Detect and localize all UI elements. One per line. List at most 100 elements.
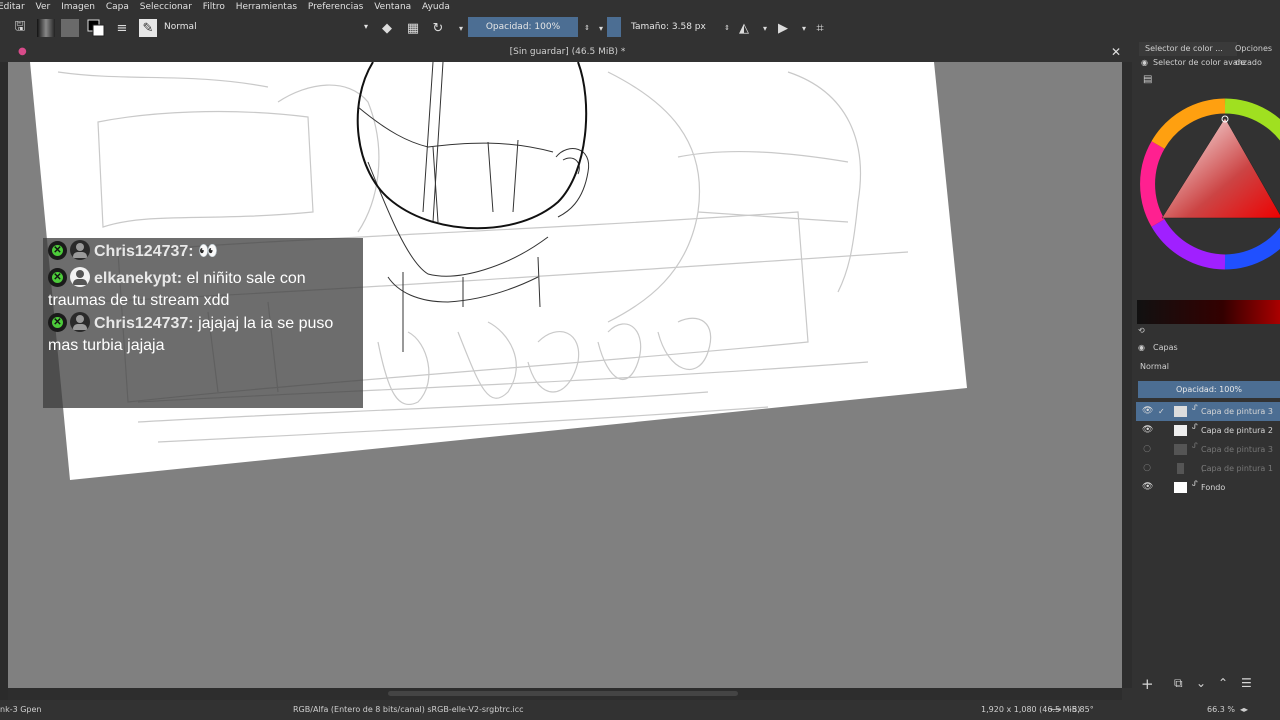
eye-icon[interactable]: 👁 <box>1142 402 1153 421</box>
layer-thumbnail <box>1174 425 1187 436</box>
left-dock-strip <box>0 62 8 700</box>
chat-text: 👀 <box>198 243 218 260</box>
menu-ventana[interactable]: Ventana <box>374 2 411 12</box>
duplicate-layer-icon[interactable]: ⧉ <box>1174 676 1183 691</box>
color-history-strip[interactable] <box>1137 300 1280 324</box>
badge-icon: ✕ <box>48 313 67 332</box>
layer-name: Capa de pintura 2 <box>1201 426 1273 435</box>
size-spin-icon[interactable]: ⇕ <box>718 19 736 37</box>
chat-message: ✕ elkanekypt: el niñito sale con traumas … <box>48 267 360 312</box>
alpha-lock-icon[interactable]: ▦ <box>404 19 422 37</box>
menu-ayuda[interactable]: Ayuda <box>422 2 450 12</box>
badge-icon: ✕ <box>48 268 67 287</box>
layer-row[interactable]: 👁 ᔑ Capa de pintura 2 <box>1136 421 1280 440</box>
blend-mode-select[interactable]: Normal ▾ <box>160 17 370 37</box>
layer-thumbnail <box>1174 444 1187 455</box>
layer-name: Fondo <box>1201 483 1226 492</box>
mirror-vertical-icon[interactable]: ▶ <box>774 19 792 37</box>
layer-name: Capa de pintura 1 <box>1201 464 1273 473</box>
pattern-icon[interactable] <box>61 19 79 37</box>
menu-imagen[interactable]: Imagen <box>61 2 95 12</box>
menu-capa[interactable]: Capa <box>106 2 129 12</box>
tab-options[interactable]: Opciones de <box>1235 42 1280 67</box>
eye-hidden-icon[interactable]: ○ <box>1142 440 1152 459</box>
fg-bg-color-icon[interactable] <box>87 19 105 37</box>
chevron-down-icon: ▾ <box>363 22 368 31</box>
vertical-scrollbar[interactable] <box>1122 62 1132 688</box>
eye-hidden-icon[interactable]: ○ <box>1142 459 1152 478</box>
menu-editar[interactable]: Editar <box>0 2 25 12</box>
badge-icon: ✕ <box>48 241 67 260</box>
color-selector-title: Selector de color avanzado <box>1153 58 1262 67</box>
eraser-icon[interactable]: ◆ <box>378 19 396 37</box>
link-icon: ᔑ <box>1192 441 1198 450</box>
mirror-horizontal-icon[interactable]: ◭ <box>735 19 753 37</box>
color-space: RGB/Alfa (Entero de 8 bits/canal) sRGB-e… <box>293 705 524 714</box>
document-title[interactable]: [Sin guardar] (46.5 MiB) * <box>510 47 626 57</box>
chevron-down-icon[interactable]: ▾ <box>756 19 774 37</box>
tool-options-bar: 🖫 ≡ ✎ Normal ▾ ◆ ▦ ↻ ▾ Opacidad: 100% ⇕ … <box>0 14 1280 42</box>
eye-icon[interactable]: 👁 <box>1142 421 1153 440</box>
menu-seleccionar[interactable]: Seleccionar <box>140 2 192 12</box>
add-layer-icon[interactable]: + <box>1141 675 1154 693</box>
size-slider-fill[interactable] <box>607 17 621 37</box>
document-tab-bar: ● [Sin guardar] (46.5 MiB) * ✕ <box>0 42 1135 62</box>
menu-herramientas[interactable]: Herramientas <box>236 2 297 12</box>
chat-message: ✕ Chris124737: jajajaj la ia se puso mas … <box>48 312 360 357</box>
menu-bar: Editar Ver Imagen Capa Seleccionar Filtr… <box>0 0 1280 14</box>
rotation-value[interactable]: -5.85° <box>1069 700 1094 720</box>
image-dimensions: 1,920 x 1,080 (46.5 MiB) <box>981 705 1081 714</box>
chat-username: Chris124737: <box>94 243 194 260</box>
move-down-icon[interactable]: ⌄ <box>1196 676 1206 690</box>
layer-row[interactable]: ○ Capa de pintura 1 <box>1136 459 1280 478</box>
wrap-around-icon[interactable]: ⌗ <box>811 19 829 37</box>
reset-icon[interactable]: ⟲ <box>1138 326 1145 335</box>
layer-properties-icon[interactable]: ☰ <box>1241 676 1252 690</box>
layer-row[interactable]: 👁 ᔑ Fondo <box>1136 478 1280 497</box>
canvas-area[interactable]: ✕ Chris124737: 👀 ✕ elkanekypt: el niñito s… <box>8 62 1122 688</box>
zoom-value[interactable]: 66.3 % <box>1207 700 1235 720</box>
layer-actions: + ⧉ ⌄ ⌃ ☰ <box>1138 675 1280 695</box>
layer-thumbnail <box>1174 406 1187 417</box>
layers-title: Capas <box>1153 343 1178 352</box>
zoom-slider-icon[interactable]: ◂▸ <box>1240 700 1248 720</box>
opacity-slider[interactable]: Opacidad: 100% <box>468 17 578 37</box>
save-icon[interactable]: 🖫 <box>11 19 29 37</box>
brush-preset-icon[interactable]: ✎ <box>139 19 157 37</box>
menu-ver[interactable]: Ver <box>36 2 51 12</box>
link-icon: ᔑ <box>1192 422 1198 431</box>
layers-icon: ◉ <box>1138 343 1145 352</box>
scrollbar-thumb[interactable] <box>388 691 738 696</box>
horizontal-scrollbar[interactable] <box>8 688 1122 700</box>
reload-icon[interactable]: ↻ <box>429 19 447 37</box>
tab-color-selector[interactable]: Selector de color ... <box>1139 42 1237 56</box>
avatar <box>70 267 90 287</box>
opacity-value: Opacidad: 100% <box>485 22 561 32</box>
size-slider[interactable]: Tamaño: 3.58 px <box>621 17 718 37</box>
menu-icon[interactable]: ▤ <box>1143 74 1152 85</box>
layer-name: Capa de pintura 3 <box>1201 407 1273 416</box>
layer-opacity-slider[interactable]: Opacidad: 100% <box>1138 381 1280 398</box>
rotate-icon[interactable]: ⟷ <box>1050 700 1061 720</box>
brush-name: nk-3 Gpen <box>0 705 42 714</box>
close-icon[interactable]: ✕ <box>1111 42 1121 62</box>
right-docker: Selector de color ... Opciones de Select… <box>1135 42 1280 700</box>
layer-row[interactable]: ○ ᔑ Capa de pintura 3 (... <box>1136 440 1280 473</box>
menu-filtro[interactable]: Filtro <box>203 2 225 12</box>
color-wheel[interactable] <box>1137 98 1280 273</box>
krita-icon: ● <box>18 46 27 57</box>
layer-thumbnail <box>1174 482 1187 493</box>
settings-icon[interactable]: ◉ <box>1141 58 1148 67</box>
gradient-icon[interactable] <box>37 19 55 37</box>
brush-settings-icon[interactable]: ≡ <box>113 19 131 37</box>
eye-icon[interactable]: 👁 <box>1142 478 1153 497</box>
stream-chat-overlay: ✕ Chris124737: 👀 ✕ elkanekypt: el niñito s… <box>43 238 363 408</box>
layer-row[interactable]: 👁 ✓ ᔑ Capa de pintura 3 <box>1136 402 1280 421</box>
chat-username: elkanekypt: <box>94 270 183 287</box>
link-icon: ᔑ <box>1192 403 1198 412</box>
move-up-icon[interactable]: ⌃ <box>1218 676 1228 690</box>
check-icon[interactable]: ✓ <box>1158 402 1165 421</box>
link-icon: ᔑ <box>1192 479 1198 488</box>
layer-blend-mode[interactable]: Normal <box>1140 362 1169 371</box>
menu-preferencias[interactable]: Preferencias <box>308 2 363 12</box>
